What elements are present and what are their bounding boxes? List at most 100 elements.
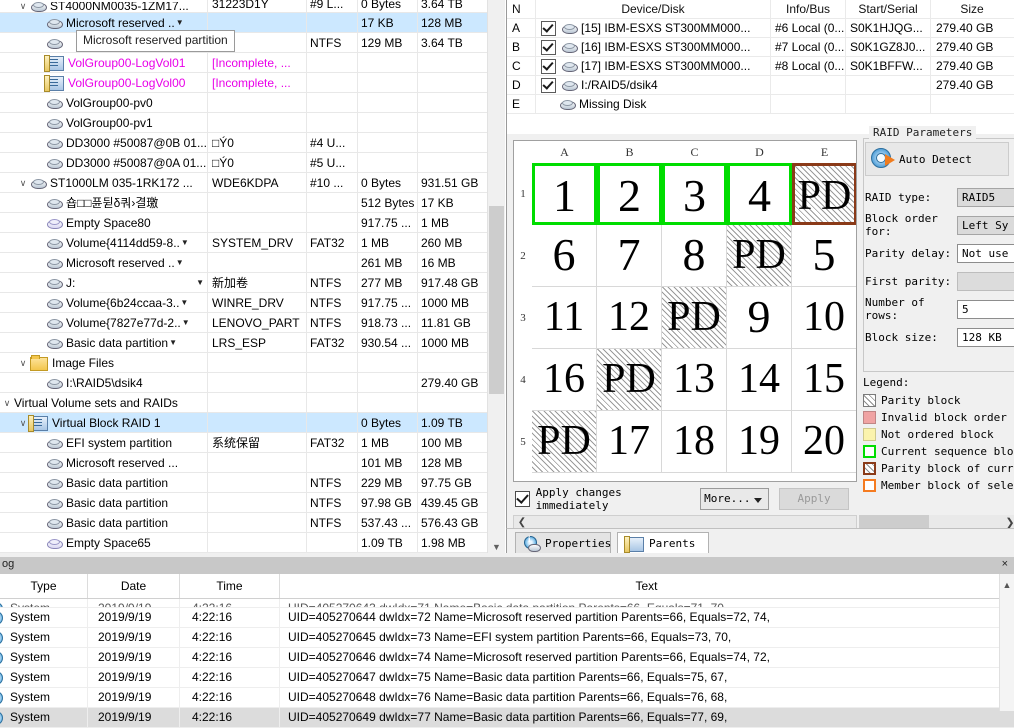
- tree-row[interactable]: · J: ▼新加卷NTFS277 MB917.48 GB: [0, 273, 487, 293]
- param-value-combobox[interactable]: RAID5: [957, 187, 1014, 207]
- grid-block-cell[interactable]: 6: [532, 225, 597, 287]
- grid-block-cell[interactable]: 2: [597, 163, 662, 225]
- log-row[interactable]: System 2019/9/194:22:16 UID=405270647 dwId…: [0, 668, 1014, 688]
- apply-changes-checkbox[interactable]: [515, 491, 530, 507]
- grid-block-cell[interactable]: 20: [792, 411, 856, 473]
- dropdown-caret-icon[interactable]: ▼: [180, 293, 191, 312]
- grid-block-cell[interactable]: 4: [727, 163, 792, 225]
- tree-row[interactable]: ·Microsoft reserved ..▼17 KB128 MB: [0, 13, 487, 33]
- dropdown-caret-icon[interactable]: ▼: [181, 233, 192, 252]
- grid-block-cell[interactable]: 13: [662, 349, 727, 411]
- tree-row[interactable]: · DD3000 #50087@0B 01...□Ý0#4 U...: [0, 133, 487, 153]
- param-value-combobox[interactable]: Left Sy: [957, 215, 1014, 235]
- disk-list-row[interactable]: C [17] IBM-ESXS ST300MM000... #8 Local (0.…: [507, 57, 1014, 76]
- tree-row[interactable]: · I:\RAID5\dsik4 279.40 GB: [0, 373, 487, 393]
- grid-block-cell[interactable]: 19: [727, 411, 792, 473]
- disk-include-checkbox[interactable]: [541, 39, 556, 55]
- param-value-input[interactable]: Not use: [957, 243, 1014, 263]
- expand-chevron-icon[interactable]: ∨: [16, 0, 30, 12]
- expand-chevron-icon[interactable]: ∨: [16, 353, 30, 372]
- grid-block-cell[interactable]: 9: [727, 287, 792, 349]
- grid-block-cell[interactable]: 17: [597, 411, 662, 473]
- tree-row[interactable]: ·VolGroup00-LogVol00[Incomplete, ...: [0, 73, 487, 93]
- param-value-input[interactable]: 5: [957, 299, 1014, 319]
- log-row[interactable]: System 2019/9/194:22:16 UID=405270646 dwId…: [0, 648, 1014, 668]
- disk-list-row[interactable]: A [15] IBM-ESXS ST300MM000... #6 Local (0.…: [507, 19, 1014, 38]
- tree-row[interactable]: · 숍□□퓬뒫δ쿼›결璬 512 Bytes17 KB: [0, 193, 487, 213]
- tree-row[interactable]: · Basic data partition NTFS537.43 ...576.4…: [0, 513, 487, 533]
- tree-row[interactable]: ∨ Virtual Volume sets and RAIDs: [0, 393, 487, 413]
- member-disk-list[interactable]: N Device/Disk Info/Bus Start/Serial Size…: [506, 0, 1014, 134]
- disk-include-checkbox[interactable]: [541, 58, 556, 74]
- grid-block-cell[interactable]: 14: [727, 349, 792, 411]
- apply-button[interactable]: Apply: [779, 488, 849, 510]
- disk-list-row[interactable]: E Missing Disk: [507, 95, 1014, 114]
- grid-block-cell[interactable]: 1: [532, 163, 597, 225]
- tab-parents[interactable]: Parents: [617, 532, 709, 555]
- grid-block-cell[interactable]: PD: [792, 163, 856, 225]
- tree-row[interactable]: · DD3000 #50087@0A 01...□Ý0#5 U...: [0, 153, 487, 173]
- grid-block-cell[interactable]: PD: [662, 287, 727, 349]
- log-row[interactable]: System 2019/9/194:22:16 UID=405270645 dwId…: [0, 628, 1014, 648]
- grid-block-cell[interactable]: 16: [532, 349, 597, 411]
- tree-row[interactable]: · Volume{7827e77d-2..▼ LENOVO_PARTNTFS918.…: [0, 313, 487, 333]
- grid-block-cell[interactable]: 3: [662, 163, 727, 225]
- left-panel-scrollbar[interactable]: ▼: [487, 0, 505, 556]
- tree-row[interactable]: · Volume{6b24ccaa-3..▼ WINRE_DRVNTFS917.75…: [0, 293, 487, 313]
- dropdown-caret-icon[interactable]: ▼: [169, 333, 180, 352]
- tree-row[interactable]: · Basic data partition NTFS97.98 GB439.45 …: [0, 493, 487, 513]
- grid-block-cell[interactable]: 7: [597, 225, 662, 287]
- left-scrollbar-thumb[interactable]: [489, 206, 504, 394]
- grid-block-cell[interactable]: PD: [532, 411, 597, 473]
- dropdown-caret-icon[interactable]: ▼: [176, 253, 187, 272]
- grid-block-cell[interactable]: 15: [792, 349, 856, 411]
- tree-row[interactable]: · VolGroup00-pv1: [0, 113, 487, 133]
- grid-block-cell[interactable]: PD: [727, 225, 792, 287]
- tree-row[interactable]: · Empty Space65 1.09 TB1.98 MB: [0, 533, 487, 553]
- disk-list-row[interactable]: B [16] IBM-ESXS ST300MM000... #7 Local (0.…: [507, 38, 1014, 57]
- tree-row[interactable]: · Empty Space80 917.75 ...1 MB: [0, 213, 487, 233]
- tree-row[interactable]: ∨ Virtual Block RAID 1 0 Bytes 1.09 TB: [0, 413, 487, 433]
- grid-block-cell[interactable]: 11: [532, 287, 597, 349]
- tree-row[interactable]: · Basic data partition NTFS229 MB97.75 GB: [0, 473, 487, 493]
- tree-row[interactable]: ∨ Image Files: [0, 353, 487, 373]
- tree-row[interactable]: · Microsoft reserved ..▼ 261 MB16 MB: [0, 253, 487, 273]
- grid-block-cell[interactable]: 10: [792, 287, 856, 349]
- grid-block-cell[interactable]: 5: [792, 225, 856, 287]
- grid-block-cell[interactable]: 8: [662, 225, 727, 287]
- log-scrollbar[interactable]: ▲: [999, 574, 1014, 711]
- scroll-up-icon[interactable]: ▲: [1000, 580, 1014, 590]
- grid-block-cell[interactable]: PD: [597, 349, 662, 411]
- disk-include-checkbox[interactable]: [541, 20, 556, 36]
- storage-tree-panel[interactable]: ∨ ST4000NM0035-1ZM17... 31223D1Y #9 L... 0 B…: [0, 0, 487, 556]
- log-row[interactable]: System 2019/9/194:22:16UID=405270643 dwId…: [0, 599, 1014, 608]
- log-row[interactable]: System2019/9/194:22:16UID=405270649 dwId…: [0, 708, 1014, 728]
- tree-row[interactable]: ∨ ST1000LM 035-1RK172 ... WDE6KDPA #10 ... 0…: [0, 173, 487, 193]
- tree-row[interactable]: ∨ ST4000NM0035-1ZM17... 31223D1Y #9 L... 0 B…: [0, 0, 487, 13]
- more-button[interactable]: More...: [699, 488, 770, 510]
- param-value-input[interactable]: 128 KB: [957, 327, 1014, 347]
- tree-row[interactable]: · Volume{4114dd59-8..▼ SYSTEM_DRVFAT321 MB…: [0, 233, 487, 253]
- raid-block-grid[interactable]: A B C D E 1 1 2 3 4 PD 2 6 7 8 PD 5 3 11 12 PD 9 10 4 16 PD 13 14 15…: [513, 140, 857, 482]
- log-row[interactable]: System 2019/9/194:22:16 UID=405270648 dwId…: [0, 688, 1014, 708]
- tree-row[interactable]: · Basic data partition▼ LRS_ESPFAT32930.54…: [0, 333, 487, 353]
- disk-list-row[interactable]: D I:/RAID5/dsik4 279.40 GB: [507, 76, 1014, 95]
- auto-detect-button[interactable]: Auto Detect: [865, 142, 1009, 176]
- grid-block-cell[interactable]: 12: [597, 287, 662, 349]
- tab-properties[interactable]: Properties: [515, 532, 611, 555]
- tree-row[interactable]: · EFI system partition 系统保留FAT321 MB100 MB: [0, 433, 487, 453]
- log-col-type: Type: [0, 574, 88, 598]
- expand-chevron-icon[interactable]: ∨: [0, 393, 14, 412]
- dropdown-caret-icon[interactable]: ▼: [196, 273, 207, 292]
- tree-row[interactable]: · NTFS129 MB3.64 TB: [0, 33, 487, 53]
- close-icon[interactable]: ×: [1002, 558, 1008, 570]
- expand-chevron-icon[interactable]: ∨: [16, 173, 30, 192]
- dropdown-caret-icon[interactable]: ▼: [182, 313, 193, 332]
- grid-block-cell[interactable]: 18: [662, 411, 727, 473]
- tree-row[interactable]: ·VolGroup00-LogVol01[Incomplete, ...: [0, 53, 487, 73]
- param-value-input[interactable]: [957, 271, 1014, 291]
- tree-row[interactable]: · Microsoft reserved ... 101 MB128 MB: [0, 453, 487, 473]
- disk-include-checkbox[interactable]: [541, 77, 556, 93]
- tree-row[interactable]: · VolGroup00-pv0: [0, 93, 487, 113]
- log-row[interactable]: System 2019/9/194:22:16 UID=405270644 dwId…: [0, 608, 1014, 628]
